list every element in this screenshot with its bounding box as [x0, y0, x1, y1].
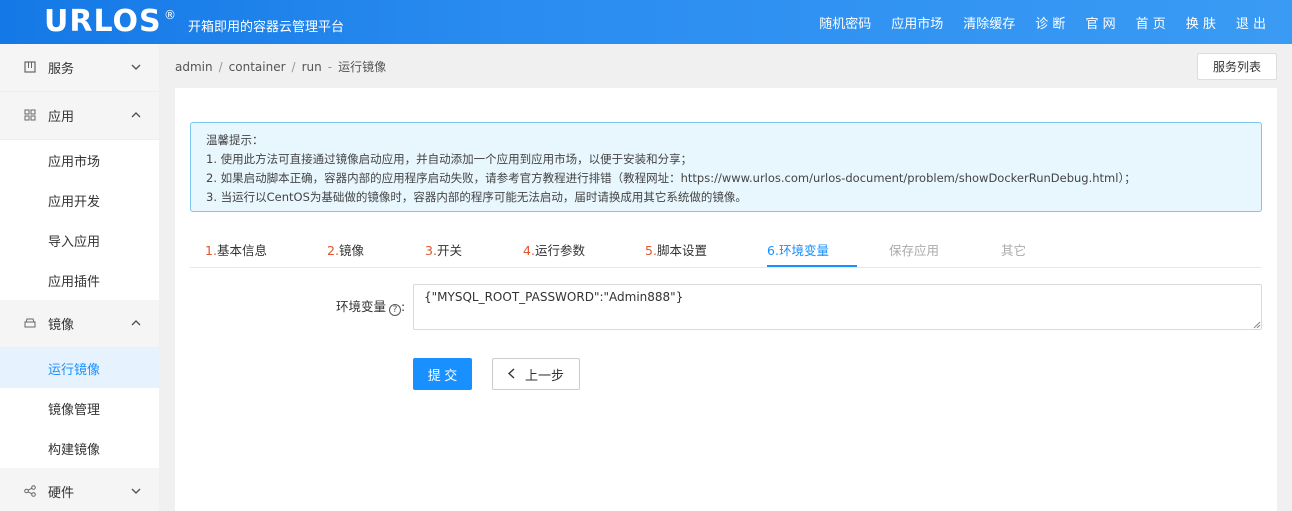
tab-label: 其它: [1001, 243, 1027, 258]
tab-script-settings[interactable]: 5.脚本设置: [645, 240, 707, 259]
nav-home[interactable]: 首 页: [1136, 13, 1166, 32]
drive-icon: [24, 317, 36, 329]
breadcrumb-current: 运行镜像: [338, 60, 387, 74]
breadcrumb-item[interactable]: container: [229, 60, 286, 74]
tab-label: 环境变量: [778, 243, 829, 258]
tab-number: 4.: [523, 243, 535, 258]
tip-box: 温馨提示： 1. 使用此方法可直接通过镜像启动应用，并自动添加一个应用到应用市场…: [190, 122, 1262, 212]
label-colon: :: [401, 299, 406, 314]
tab-label: 脚本设置: [656, 243, 707, 258]
sidebar-item-app-plugins[interactable]: 应用插件: [0, 260, 159, 300]
sidebar-item-label: 应用开发: [48, 194, 101, 210]
tab-save-app[interactable]: 保存应用: [889, 240, 939, 259]
sidebar-item-image-manage[interactable]: 镜像管理: [0, 388, 159, 428]
sidebar-group-label: 硬件: [48, 486, 75, 501]
sidebar-group-apps[interactable]: 应用: [0, 92, 159, 140]
nav-skin[interactable]: 换 肤: [1186, 13, 1216, 32]
tab-number: 1.: [205, 243, 217, 258]
top-nav: 随机密码 应用市场 清除缓存 诊 断 官 网 首 页 换 肤 退 出: [819, 0, 1292, 44]
active-tab-indicator: [767, 265, 857, 267]
tab-label: 开关: [436, 243, 462, 258]
tip-line: 2. 如果启动脚本正确，容器内部的应用程序启动失败，请参考官方教程进行排错（教程…: [206, 171, 1136, 185]
nav-app-market[interactable]: 应用市场: [891, 13, 943, 32]
nav-random-password[interactable]: 随机密码: [819, 13, 871, 32]
logo[interactable]: URLOS: [44, 4, 162, 40]
resize-grip-icon[interactable]: [1253, 321, 1261, 329]
tab-number: 5.: [645, 243, 657, 258]
nav-logout[interactable]: 退 出: [1236, 13, 1266, 32]
chevron-up-icon: [131, 110, 141, 121]
submit-button[interactable]: 提 交: [413, 358, 472, 390]
env-var-label: 环境变量: [336, 299, 387, 314]
previous-step-button[interactable]: 上一步: [492, 358, 580, 390]
tab-image[interactable]: 2.镜像: [327, 240, 364, 259]
tab-label: 镜像: [338, 243, 364, 258]
share-icon: [24, 485, 36, 497]
sidebar-group-services[interactable]: 服务: [0, 44, 159, 92]
sidebar-item-label: 应用插件: [48, 274, 101, 290]
sidebar-group-label: 服务: [48, 62, 75, 77]
apps-icon: [24, 109, 36, 121]
top-header: URLOS ® 开箱即用的容器云管理平台 随机密码 应用市场 清除缓存 诊 断 …: [0, 0, 1292, 44]
sidebar-item-label: 构建镜像: [48, 442, 101, 458]
tip-line: 3. 当运行以CentOS为基础做的镜像时，容器内部的程序可能无法启动，届时请换…: [206, 190, 747, 204]
sidebar: 服务 应用 应用市场 应用开发 导入应用 应用插件 镜像 运行镜像 镜像管理 构…: [0, 44, 159, 511]
grid-icon: [24, 61, 36, 73]
tip-line: 1. 使用此方法可直接通过镜像启动应用，并自动添加一个应用到应用市场，以便于安装…: [206, 152, 693, 166]
sidebar-item-label: 镜像管理: [48, 402, 101, 418]
chevron-down-icon: [131, 486, 141, 497]
sidebar-item-run-image[interactable]: 运行镜像: [0, 348, 159, 388]
breadcrumb-item[interactable]: admin: [175, 60, 213, 74]
registered-mark: ®: [164, 8, 176, 22]
tab-label: 运行参数: [534, 243, 585, 258]
tab-switches[interactable]: 3.开关: [425, 240, 462, 259]
sidebar-item-label: 应用市场: [48, 154, 101, 170]
tab-basic-info[interactable]: 1.基本信息: [205, 240, 267, 259]
sidebar-item-build-image[interactable]: 构建镜像: [0, 428, 159, 468]
tab-number: 2.: [327, 243, 339, 258]
tab-label: 基本信息: [216, 243, 267, 258]
tab-run-params[interactable]: 4.运行参数: [523, 240, 585, 259]
previous-step-label: 上一步: [524, 367, 564, 383]
help-icon[interactable]: ?: [389, 304, 402, 316]
main-panel: 温馨提示： 1. 使用此方法可直接通过镜像启动应用，并自动添加一个应用到应用市场…: [175, 88, 1277, 511]
nav-official-site[interactable]: 官 网: [1085, 13, 1115, 32]
env-var-label-group: 环境变量?:: [336, 296, 405, 316]
sidebar-item-label: 导入应用: [48, 234, 101, 250]
service-list-button[interactable]: 服务列表: [1197, 53, 1277, 80]
chevron-up-icon: [131, 318, 141, 329]
tab-number: 6.: [767, 243, 779, 258]
sidebar-group-images[interactable]: 镜像: [0, 300, 159, 348]
env-var-textarea[interactable]: {"MYSQL_ROOT_PASSWORD":"Admin888"}: [413, 284, 1262, 330]
nav-diagnose[interactable]: 诊 断: [1035, 13, 1065, 32]
sidebar-group-label: 应用: [48, 110, 75, 125]
breadcrumb-item[interactable]: run: [302, 60, 322, 74]
tip-title: 温馨提示：: [206, 133, 264, 147]
tagline: 开箱即用的容器云管理平台: [188, 20, 345, 35]
sidebar-item-app-dev[interactable]: 应用开发: [0, 180, 159, 220]
tab-other[interactable]: 其它: [1001, 240, 1026, 259]
tab-label: 保存应用: [889, 243, 940, 258]
tab-number: 3.: [425, 243, 437, 258]
nav-clear-cache[interactable]: 清除缓存: [963, 13, 1015, 32]
sidebar-item-label: 运行镜像: [48, 362, 101, 378]
tab-env-vars[interactable]: 6.环境变量: [767, 240, 829, 259]
sidebar-item-app-market[interactable]: 应用市场: [0, 140, 159, 180]
sidebar-item-import-app[interactable]: 导入应用: [0, 220, 159, 260]
chevron-down-icon: [131, 62, 141, 73]
step-tabs: 1.基本信息 2.镜像 3.开关 4.运行参数 5.脚本设置 6.环境变量 保存…: [190, 234, 1262, 268]
chevron-left-icon: [507, 367, 515, 382]
sidebar-group-label: 镜像: [48, 318, 75, 333]
sidebar-group-hardware[interactable]: 硬件: [0, 468, 159, 511]
breadcrumb: admin / container / run - 运行镜像: [175, 60, 387, 74]
